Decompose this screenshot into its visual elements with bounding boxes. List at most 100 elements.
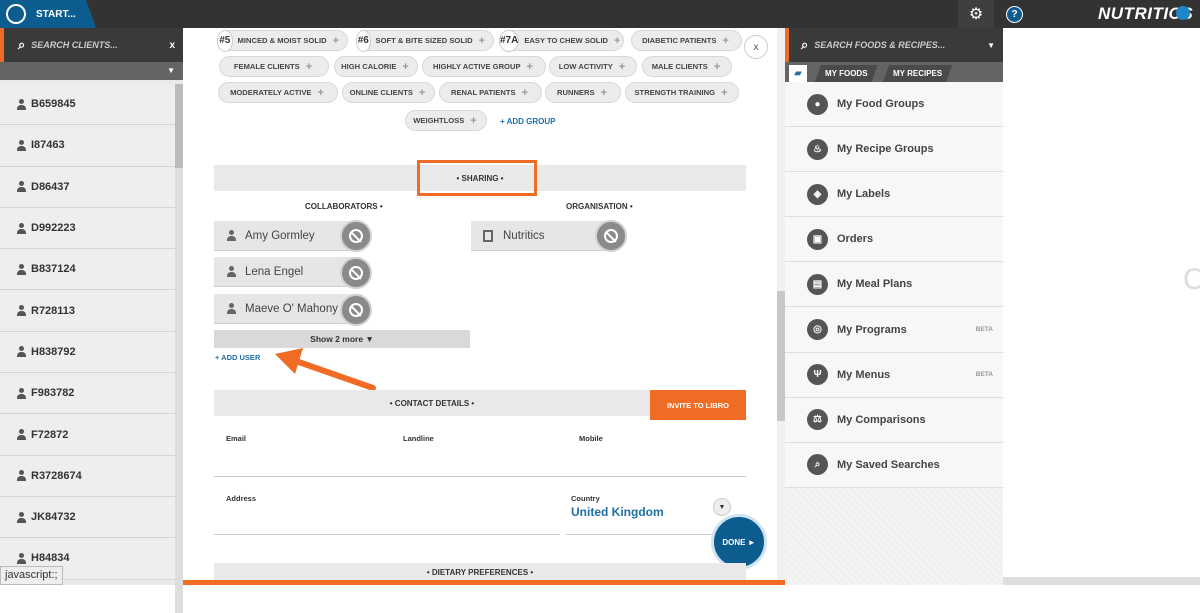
group-chip[interactable]: HIGH CALORIE + — [334, 56, 418, 77]
plus-icon[interactable]: + — [318, 87, 324, 99]
group-chip[interactable]: #7A EASY TO CHEW SOLID + — [499, 29, 624, 52]
client-list-item[interactable]: I87463 — [0, 125, 175, 167]
library-menu-item[interactable]: ⌕ My Saved Searches — [785, 442, 1003, 488]
client-list-scrollbar[interactable] — [175, 84, 183, 613]
group-chip[interactable]: HIGHLY ACTIVE GROUP + — [422, 56, 546, 77]
far-right-area: C — [1003, 28, 1200, 585]
library-menu-item[interactable]: ⚖ My Comparisons — [785, 397, 1003, 443]
library-menu-label: My Programs — [837, 323, 907, 336]
library-menu-item[interactable]: ● My Food Groups — [785, 82, 1003, 128]
add-group-link[interactable]: + ADD GROUP — [500, 117, 556, 126]
gear-icon[interactable]: ⚙ — [958, 0, 994, 28]
client-search-input[interactable]: ⌕ SEARCH CLIENTS... x — [0, 28, 183, 62]
client-list-item[interactable]: B837124 — [0, 249, 175, 291]
client-id: B837124 — [31, 263, 76, 276]
group-chip[interactable]: #6 SOFT & BITE SIZED SOLID + — [356, 29, 494, 52]
group-chip[interactable]: MODERATELY ACTIVE + — [218, 82, 338, 103]
group-chip[interactable]: ONLINE CLIENTS + — [342, 82, 435, 103]
plus-icon[interactable]: + — [402, 61, 408, 73]
organisation-heading: ORGANISATION • — [566, 202, 633, 211]
scales-icon: ⚖ — [807, 409, 828, 431]
remove-collaborator-button[interactable] — [340, 294, 372, 326]
client-list-item[interactable]: F72872 — [0, 414, 175, 456]
plus-icon[interactable]: + — [470, 115, 476, 127]
plus-icon[interactable]: + — [619, 61, 625, 73]
plus-icon[interactable]: + — [722, 35, 728, 47]
remove-collaborator-button[interactable] — [340, 220, 372, 252]
invite-to-libro-button[interactable]: INVITE TO LIBRO — [650, 390, 746, 420]
library-menu-item[interactable]: ♨ My Recipe Groups — [785, 127, 1003, 173]
library-menu-item[interactable]: ▣ Orders — [785, 217, 1003, 263]
user-icon — [16, 181, 27, 193]
client-list-item[interactable]: R728113 — [0, 290, 175, 332]
library-menu-label: My Food Groups — [837, 98, 925, 111]
tab-my-recipes[interactable]: MY RECIPES — [883, 65, 952, 82]
group-chip[interactable]: RENAL PATIENTS + — [439, 82, 542, 103]
client-list-item[interactable]: H838792 — [0, 331, 175, 374]
client-list-item[interactable]: D992223 — [0, 207, 175, 250]
group-chip[interactable]: LOW ACTIVITY + — [549, 56, 637, 77]
library-menu-label: My Saved Searches — [837, 458, 940, 471]
user-icon — [226, 303, 237, 314]
group-chip[interactable]: DIABETIC PATIENTS + — [631, 30, 742, 51]
remove-collaborator-button[interactable] — [340, 257, 372, 289]
group-chip[interactable]: WEIGHTLOSS + — [405, 110, 487, 131]
client-id: D992223 — [31, 222, 76, 235]
country-select[interactable]: United Kingdom — [571, 505, 664, 519]
client-filter-dropdown[interactable]: ▼ — [0, 62, 183, 80]
library-menu-item[interactable]: ▤ My Meal Plans — [785, 262, 1003, 308]
browser-status-text: javascript:; — [0, 566, 63, 585]
remove-organisation-button[interactable] — [595, 220, 627, 252]
programs-icon: ◎ — [807, 319, 828, 341]
annotation-arrow-icon — [275, 348, 376, 391]
search-icon: ⌕ — [18, 37, 26, 52]
client-list-item[interactable]: F983782 — [0, 373, 175, 415]
close-icon[interactable]: x — [169, 40, 175, 51]
user-icon — [16, 305, 27, 317]
food-search-input[interactable]: ⌕ SEARCH FOODS & RECIPES... ▼ — [785, 28, 1003, 62]
group-chip[interactable]: STRENGTH TRAINING + — [625, 82, 739, 103]
library-menu-item[interactable]: ◎ My Programs BETA — [785, 307, 1003, 353]
client-list-item[interactable]: B659845 — [0, 84, 175, 126]
done-button[interactable]: DONE ► — [711, 514, 767, 570]
chevron-down-icon[interactable]: ▼ — [713, 498, 731, 516]
group-chip[interactable]: RUNNERS + — [545, 82, 621, 103]
start-button[interactable]: START... — [0, 0, 96, 28]
close-icon[interactable]: x — [744, 35, 768, 59]
client-list-item[interactable]: JK84732 — [0, 496, 175, 539]
dietary-preferences-header[interactable]: • DIETARY PREFERENCES • — [214, 563, 746, 581]
library-menu-item[interactable]: Ψ My Menus BETA — [785, 352, 1003, 398]
group-chip[interactable]: MALE CLIENTS + — [642, 56, 732, 77]
client-search-placeholder: SEARCH CLIENTS... — [31, 40, 118, 50]
plus-icon[interactable]: + — [306, 61, 312, 73]
help-icon[interactable]: ? — [1006, 6, 1023, 23]
chef-hat-icon: ♨ — [807, 138, 828, 160]
tab-my-foods[interactable]: MY FOODS — [815, 65, 878, 82]
plus-icon[interactable]: + — [714, 61, 720, 73]
plus-icon[interactable]: + — [333, 35, 339, 47]
sharing-highlight-box — [417, 160, 537, 196]
group-chip-label: RUNNERS — [557, 88, 595, 97]
folder-icon[interactable]: ▰ — [789, 65, 807, 82]
group-chip-label: EASY TO CHEW SOLID — [524, 36, 609, 45]
add-user-link[interactable]: + ADD USER — [215, 353, 260, 362]
client-id: H84834 — [31, 552, 70, 565]
client-list-item[interactable]: R3728674 — [0, 455, 175, 497]
plus-icon[interactable]: + — [419, 87, 425, 99]
plus-icon[interactable]: + — [479, 35, 485, 47]
plus-icon[interactable]: + — [522, 87, 528, 99]
chevron-down-icon[interactable]: ▼ — [987, 41, 995, 50]
plus-icon[interactable]: + — [527, 61, 533, 73]
address-field[interactable] — [214, 534, 560, 535]
search-icon: ⌕ — [801, 37, 809, 52]
plus-icon[interactable]: + — [601, 87, 607, 99]
group-chip[interactable]: #5 MINCED & MOIST SOLID + — [217, 29, 348, 52]
library-menu-item[interactable]: ◈ My Labels — [785, 172, 1003, 218]
group-chip[interactable]: FEMALE CLIENTS + — [219, 56, 329, 77]
plus-icon[interactable]: + — [721, 87, 727, 99]
main-scrollbar[interactable] — [777, 28, 785, 580]
client-id: JK84732 — [31, 511, 76, 524]
client-list-item[interactable]: D86437 — [0, 166, 175, 208]
group-chip-label: MALE CLIENTS — [651, 62, 708, 71]
plus-icon[interactable]: + — [614, 35, 620, 47]
